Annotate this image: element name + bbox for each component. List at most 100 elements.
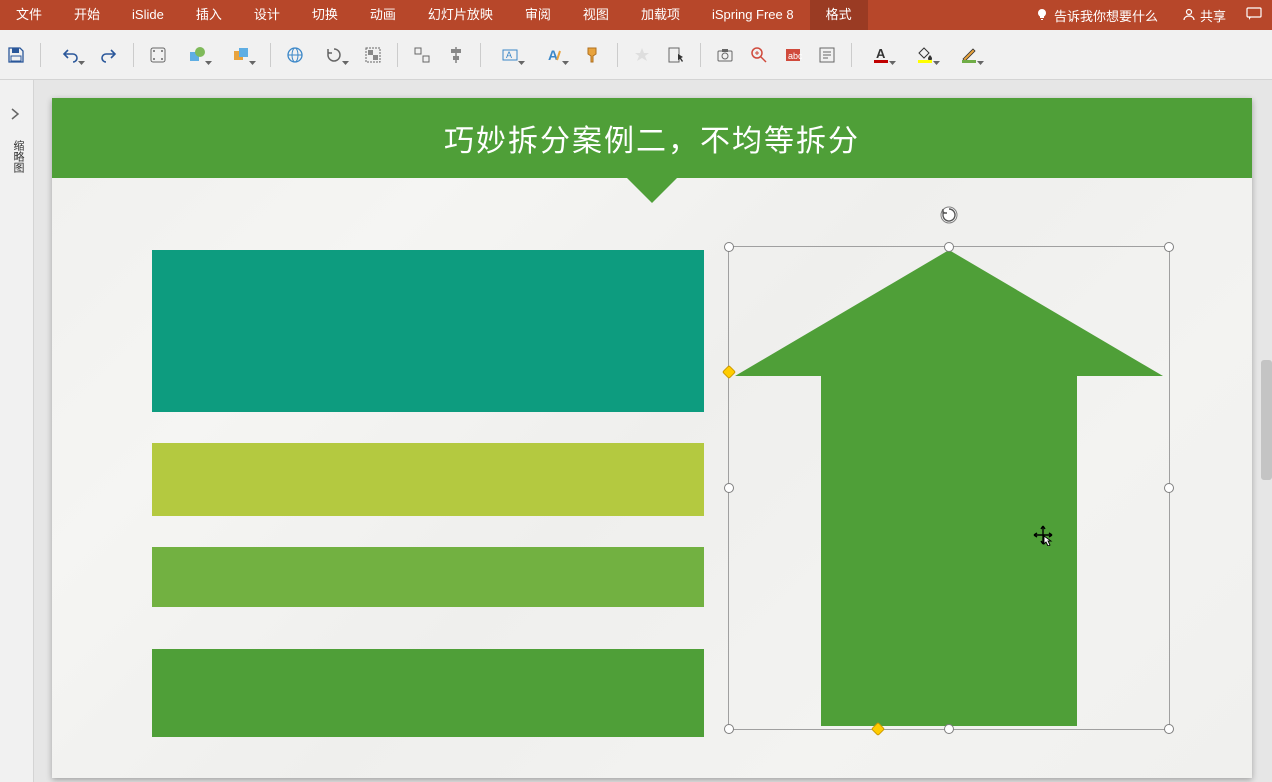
tab-addins[interactable]: 加载项 [625,0,696,30]
tab-slideshow[interactable]: 幻灯片放映 [412,0,509,30]
chevron-down-icon [933,61,940,65]
tab-transitions[interactable]: 切换 [296,0,354,30]
font-color-button[interactable]: A [864,43,898,67]
main-editing-area: 缩略图 巧妙拆分案例二，不均等拆分 [0,80,1272,782]
shapes-icon [188,46,206,64]
ribbon-tab-bar: 文件 开始 iSlide 插入 设计 切换 动画 幻灯片放映 审阅 视图 加载项… [0,0,1272,30]
slide-title-band: 巧妙拆分案例二，不均等拆分 [52,98,1252,178]
tab-insert[interactable]: 插入 [180,0,238,30]
tab-design[interactable]: 设计 [238,0,296,30]
globe-icon [286,46,304,64]
tab-view[interactable]: 视图 [567,0,625,30]
arrange-icon [232,46,250,64]
comments-button[interactable] [1236,7,1272,24]
format-painter-button[interactable] [581,43,605,67]
chevron-down-icon [249,61,256,65]
screenshot-button[interactable] [713,43,737,67]
macro-button[interactable] [815,43,839,67]
animation-button[interactable] [630,43,654,67]
touch-mode-button[interactable] [146,43,170,67]
separator [270,43,271,67]
separator [700,43,701,67]
arrange-button[interactable] [224,43,258,67]
brush-icon [584,46,602,64]
text-box-button[interactable]: A [493,43,527,67]
separator [133,43,134,67]
separator [480,43,481,67]
tell-me-search[interactable]: 告诉我你想要什么 [1021,0,1172,30]
separator [40,43,41,67]
tab-animations[interactable]: 动画 [354,0,412,30]
undo-icon [61,47,79,63]
group-icon [364,46,382,64]
spell-check-button[interactable]: abc [781,43,805,67]
rotate-icon [325,46,343,64]
svg-text:abc: abc [788,51,802,61]
font-color-icon: A [872,46,890,64]
rotate-button[interactable] [317,43,351,67]
texteffects-icon: A [545,46,563,64]
svg-text:A: A [876,46,886,61]
content-bar-2[interactable] [152,443,704,516]
title-pointer-triangle [627,178,677,203]
lightbulb-icon [1035,8,1049,22]
group-button[interactable] [361,43,385,67]
shape-outline-button[interactable] [952,43,986,67]
chevron-down-icon [889,61,896,65]
textbox-icon: A [501,46,519,64]
arrow-icon [735,250,1163,726]
selection-icon [667,46,685,64]
touch-icon [149,46,167,64]
vertical-scrollbar[interactable] [1261,360,1272,480]
chevron-down-icon [342,61,349,65]
align-icon [447,46,465,64]
separator [617,43,618,67]
share-button[interactable]: 共享 [1172,0,1236,30]
slide-title-text: 巧妙拆分案例二，不均等拆分 [444,116,860,160]
svg-text:A: A [548,47,558,63]
spellcheck-icon: abc [784,46,802,64]
undo-button[interactable] [53,43,87,67]
tab-home[interactable]: 开始 [58,0,116,30]
content-bar-4[interactable] [152,649,704,737]
person-icon [1182,8,1196,22]
chevron-down-icon [518,61,525,65]
save-icon [7,46,25,64]
ungroup-icon [413,46,431,64]
redo-button[interactable] [97,43,121,67]
fill-icon [916,46,934,64]
slide-canvas[interactable]: 巧妙拆分案例二，不均等拆分 [52,98,1252,778]
quick-access-toolbar: A A abc A [0,30,1272,80]
text-effects-button[interactable]: A [537,43,571,67]
tab-islide[interactable]: iSlide [116,0,180,30]
save-button[interactable] [4,43,28,67]
chevron-down-icon [205,61,212,65]
ungroup-button[interactable] [410,43,434,67]
align-button[interactable] [444,43,468,67]
content-bar-1[interactable] [152,250,704,412]
shape-fill-button[interactable] [908,43,942,67]
hyperlink-button[interactable] [283,43,307,67]
up-arrow-shape[interactable] [735,250,1163,726]
tab-ispring[interactable]: iSpring Free 8 [696,0,810,30]
chevron-down-icon [78,61,85,65]
outline-icon [960,46,978,64]
thumbnail-pane[interactable]: 缩略图 [0,80,34,782]
tab-file[interactable]: 文件 [0,0,58,30]
content-bar-3[interactable] [152,547,704,607]
tab-review[interactable]: 审阅 [509,0,567,30]
svg-text:A: A [506,50,512,60]
comment-icon [1246,7,1262,21]
chevron-down-icon [977,61,984,65]
zoom-icon [750,46,768,64]
separator [397,43,398,67]
shapes-button[interactable] [180,43,214,67]
zoom-button[interactable] [747,43,771,67]
chevron-down-icon [562,61,569,65]
tell-me-label: 告诉我你想要什么 [1054,6,1158,25]
selection-pane-button[interactable] [664,43,688,67]
chevron-right-icon[interactable] [10,108,20,120]
camera-icon [716,46,734,64]
tab-format[interactable]: 格式 [810,0,868,30]
redo-icon [100,47,118,63]
